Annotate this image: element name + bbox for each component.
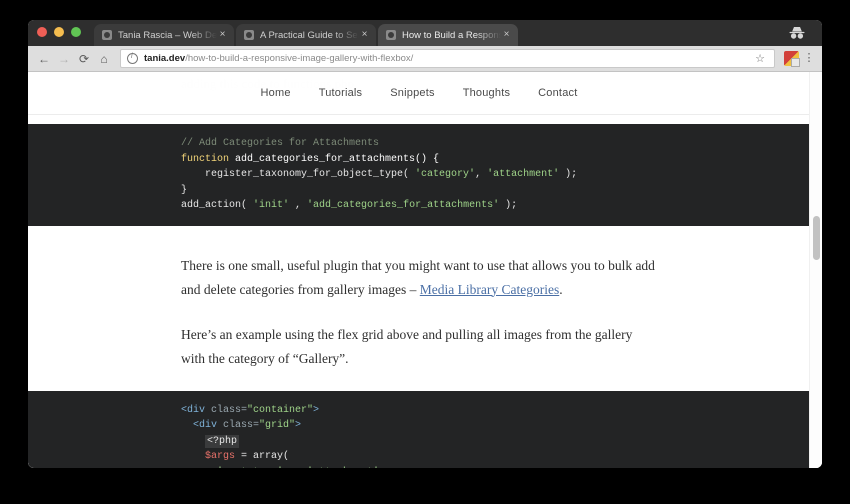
code-token: function — [181, 153, 236, 165]
browser-toolbar: ← → ⟳ ⌂ tania.dev /how-to-build-a-respon… — [28, 46, 822, 72]
code-token: 'attachment' — [487, 169, 560, 180]
zoom-window-button[interactable] — [71, 27, 81, 37]
code-line: <div class="container"> — [28, 405, 319, 416]
code-token: > — [313, 404, 320, 416]
browser-tab-2[interactable]: A Practical Guide to Search En × — [236, 24, 376, 46]
window-controls — [37, 27, 81, 37]
code-token: class= — [223, 420, 260, 431]
info-circle-icon[interactable] — [127, 53, 138, 64]
code-token: $args — [205, 451, 236, 462]
code-line: function add_categories_for_attachments(… — [28, 154, 439, 165]
bookmark-star-icon[interactable]: ☆ — [752, 52, 768, 65]
close-tab-icon[interactable]: × — [501, 30, 512, 40]
code-token: , — [289, 200, 308, 211]
back-icon[interactable]: ← — [34, 49, 54, 69]
media-library-categories-link[interactable]: Media Library Categories — [420, 282, 559, 297]
home-icon[interactable]: ⌂ — [94, 49, 114, 69]
web-page: adding this code to functions.php Home T… — [28, 72, 810, 468]
code-line: $args = array( — [28, 451, 289, 462]
code-line: <div class="grid"> — [28, 420, 301, 431]
tab-title: Tania Rascia – Web Design and — [118, 29, 217, 41]
browser-menu-icon[interactable]: ⋮ — [802, 52, 816, 64]
code-token: <div — [181, 420, 224, 431]
forward-icon[interactable]: → — [54, 49, 74, 69]
page-scrollbar-thumb[interactable] — [812, 216, 820, 260]
code-token: <div — [181, 404, 212, 416]
site-sticky-header: Home Tutorials Snippets Thoughts Contact — [28, 72, 810, 115]
code-token: 'add_categories_for_attachments' — [307, 200, 500, 211]
code-token: ); — [499, 200, 518, 211]
code-token: 'attachment' — [307, 467, 379, 469]
site-favicon-icon — [244, 30, 254, 40]
screenshot-root: Tania Rascia – Web Design and × A Practi… — [0, 0, 850, 504]
code-line: register_taxonomy_for_object_type( 'cate… — [28, 169, 577, 180]
code-line: <?php — [28, 434, 240, 448]
browser-window: Tania Rascia – Web Design and × A Practi… — [28, 20, 822, 468]
minimize-window-button[interactable] — [54, 27, 64, 37]
reload-icon[interactable]: ⟳ — [74, 49, 94, 69]
code-token: add_action( — [181, 200, 254, 211]
paragraph-example: Here’s an example using the flex grid ab… — [181, 326, 633, 366]
close-tab-icon[interactable]: × — [359, 30, 370, 40]
code-token: , — [475, 169, 488, 180]
nav-link-thoughts[interactable]: Thoughts — [463, 87, 510, 99]
code-token: > — [295, 420, 302, 431]
nav-link-home[interactable]: Home — [261, 87, 291, 99]
site-navigation: Home Tutorials Snippets Thoughts Contact — [261, 87, 578, 99]
paragraph-plugin-text-after: . — [559, 281, 563, 297]
code-token: "grid" — [259, 420, 296, 431]
tab-title: A Practical Guide to Search En — [260, 29, 359, 41]
site-favicon-icon — [102, 30, 112, 40]
paragraph-plugin: There is one small, useful plugin that y… — [181, 236, 659, 302]
url-path: /how-to-build-a-responsive-image-gallery… — [185, 53, 414, 64]
code-line: add_action( 'init' , 'add_categories_for… — [28, 200, 517, 211]
code-token: ); — [559, 169, 578, 180]
code-line: 'post_type' => 'attachment', — [28, 467, 385, 469]
extension-icon[interactable] — [784, 51, 800, 67]
code-block-php-categories: // Add Categories for Attachments functi… — [28, 124, 810, 226]
article-content: // Add Categories for Attachments functi… — [28, 114, 810, 468]
tab-strip: Tania Rascia – Web Design and × A Practi… — [28, 20, 822, 46]
incognito-icon — [788, 25, 806, 41]
code-token: = array( — [235, 451, 290, 462]
code-token: <?php — [205, 434, 240, 448]
code-line: } — [28, 185, 187, 196]
close-window-button[interactable] — [37, 27, 47, 37]
code-token: => — [283, 467, 307, 469]
nav-link-contact[interactable]: Contact — [538, 87, 577, 99]
browser-tab-1[interactable]: Tania Rascia – Web Design and × — [94, 24, 234, 46]
code-block-html-php-gallery: <div class="container"> <div class="grid… — [28, 390, 810, 469]
site-favicon-icon — [386, 30, 396, 40]
address-bar[interactable]: tania.dev /how-to-build-a-responsive-ima… — [120, 49, 775, 68]
code-token: 'category' — [415, 169, 476, 180]
content-spacer — [28, 370, 810, 381]
tab-title: How to Build a Responsive Ima — [402, 29, 501, 41]
close-tab-icon[interactable]: × — [217, 30, 228, 40]
browser-tab-3-active[interactable]: How to Build a Responsive Ima × — [378, 24, 518, 46]
code-token: add_categories_for_attachments() { — [235, 153, 440, 165]
page-scrollbar[interactable] — [809, 72, 822, 468]
code-line: // Add Categories for Attachments — [28, 138, 379, 149]
code-token: class= — [211, 404, 248, 416]
code-token: "container" — [247, 404, 314, 416]
code-token: 'post_type' — [217, 467, 283, 469]
code-token: 'init' — [253, 200, 290, 211]
paragraph-plugin-text-before: There is one small, useful plugin that y… — [181, 257, 655, 297]
code-token: , — [379, 467, 385, 469]
code-token: } — [181, 184, 188, 196]
code-token: // Add Categories for Attachments — [181, 138, 380, 149]
nav-link-snippets[interactable]: Snippets — [390, 87, 434, 99]
url-host: tania.dev — [144, 53, 186, 64]
tabs-container: Tania Rascia – Web Design and × A Practi… — [94, 20, 520, 46]
page-viewport: adding this code to functions.php Home T… — [28, 72, 822, 468]
article-prose: There is one small, useful plugin that y… — [28, 236, 659, 371]
code-token: register_taxonomy_for_object_type( — [181, 169, 416, 180]
nav-link-tutorials[interactable]: Tutorials — [319, 87, 363, 99]
